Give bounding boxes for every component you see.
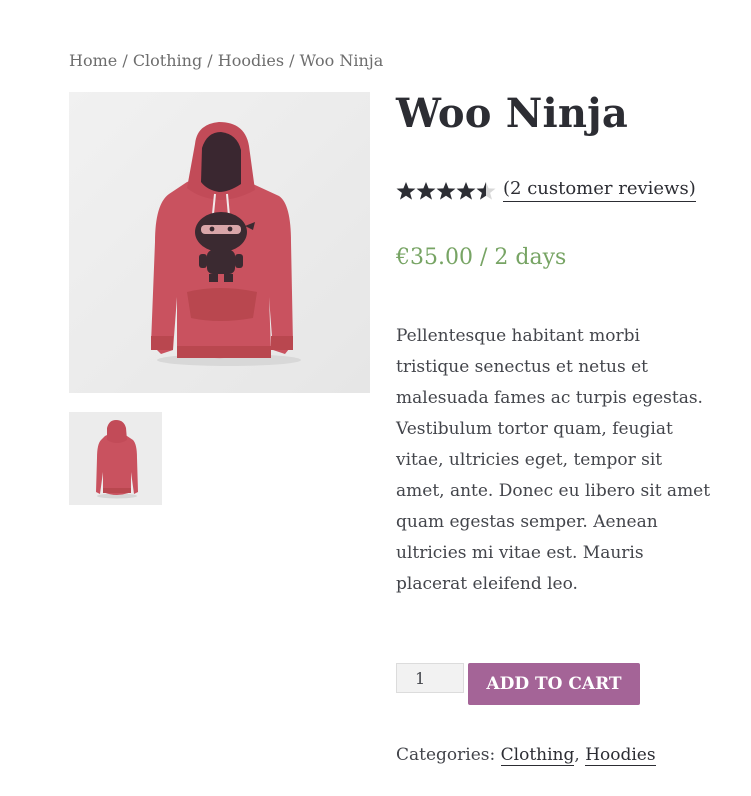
customer-reviews-link[interactable]: (2 customer reviews) [503,177,696,202]
category-link-clothing[interactable]: Clothing [500,745,575,766]
breadcrumb-home-link[interactable]: Home [69,51,117,70]
breadcrumb-hoodies-link[interactable]: Hoodies [218,51,284,70]
star-rating-icon [396,181,496,200]
breadcrumb-current: Woo Ninja [299,51,384,70]
star-half-icon [476,181,496,200]
categories-label: Categories: [396,745,496,765]
quantity-input[interactable] [396,663,464,693]
breadcrumb-separator: / [207,51,213,70]
hoodie-back-thumbnail [69,412,162,505]
product-rating: (2 customer reviews) [396,177,696,202]
star-full-icon [436,181,456,200]
product-price: €35.00 / 2 days [396,245,567,270]
product-main-image[interactable] [69,92,370,393]
product-description: Pellentesque habitant morbi tristique se… [396,326,711,594]
breadcrumb-separator: / [289,51,295,70]
star-full-icon [396,181,416,200]
add-to-cart-button[interactable]: ADD TO CART [468,663,640,705]
breadcrumb: Home / Clothing / Hoodies / Woo Ninja [69,51,383,70]
breadcrumb-separator: / [122,51,128,70]
categories-separator: , [574,745,580,765]
hoodie-ninja-front-image [69,92,370,393]
product-title: Woo Ninja [396,90,628,137]
star-full-icon [456,181,476,200]
product-thumbnail[interactable] [69,412,162,505]
category-link-hoodies[interactable]: Hoodies [585,745,656,766]
product-categories: Categories: Clothing, Hoodies [396,745,656,766]
star-rating [396,179,496,201]
star-full-icon [416,181,436,200]
breadcrumb-clothing-link[interactable]: Clothing [133,51,202,70]
